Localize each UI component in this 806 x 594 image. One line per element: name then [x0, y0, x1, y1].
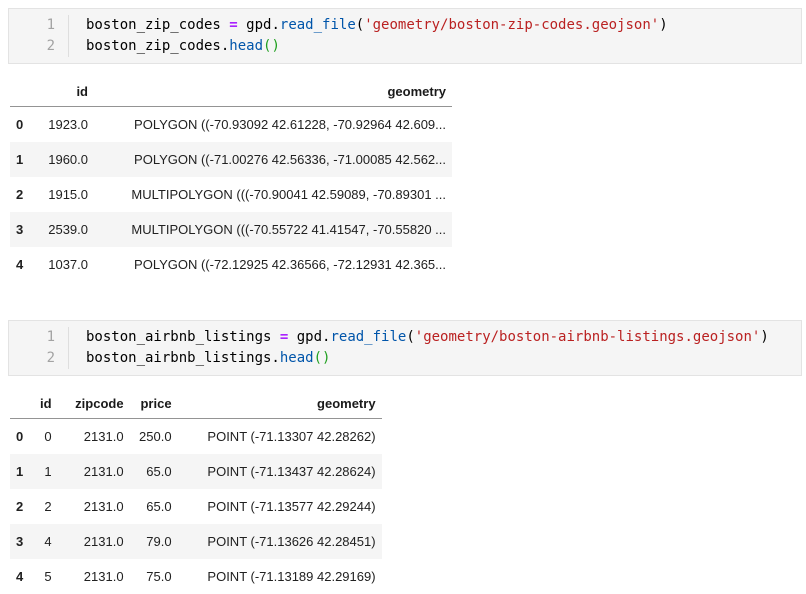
- table-cell: 65.0: [146, 499, 172, 514]
- code-line: boston_airbnb_listings = gpd.read_file('…: [86, 327, 801, 348]
- table-cell: 0: [44, 429, 52, 444]
- code-editor-area[interactable]: boston_airbnb_listings = gpd.read_file('…: [69, 327, 801, 369]
- table-row: 3 4 2131.0 79.0 POINT (-71.13626 42.28451): [10, 524, 382, 559]
- table-row: 1 1960.0 POLYGON ((-71.00276 42.56336, -71…: [10, 142, 452, 177]
- column-header-geometry: geometry: [317, 396, 376, 411]
- code-cell-zip-codes[interactable]: 1 2 boston_zip_codes = gpd.read_file('geom…: [8, 8, 802, 64]
- code-token-str: 'geometry/boston-airbnb-listings.geojson…: [414, 329, 761, 345]
- table-cell: POINT (-71.13189 42.29169): [207, 569, 376, 584]
- table-row: 2 1915.0 MULTIPOLYGON (((-70.90041 42.5908…: [10, 177, 452, 212]
- table-cell: POINT (-71.13577 42.29244): [207, 499, 376, 514]
- code-line: boston_airbnb_listings.head(): [86, 348, 801, 369]
- table-cell: 65.0: [146, 464, 172, 479]
- code-token-op: =: [229, 17, 238, 33]
- table-row: 1 1 2131.0 65.0 POINT (-71.13437 42.28624): [10, 454, 382, 489]
- code-token-plain: boston_airbnb_listings.: [86, 350, 280, 366]
- index-column-header: [10, 77, 34, 107]
- row-index: 0: [16, 117, 24, 132]
- notebook-page: 1 2 boston_zip_codes = gpd.read_file('geom…: [0, 8, 806, 594]
- table-cell: 2131.0: [83, 429, 124, 444]
- code-token-plain: (: [406, 329, 415, 345]
- column-header-id: id: [76, 84, 88, 99]
- table-cell: POLYGON ((-71.00276 42.56336, -71.00085 …: [134, 152, 446, 167]
- table-cell: 2539.0: [48, 222, 88, 237]
- code-cell-airbnb-listings[interactable]: 1 2 boston_airbnb_listings = gpd.read_file…: [8, 320, 802, 376]
- line-number: 1: [46, 329, 55, 345]
- code-token-plain: boston_zip_codes: [86, 17, 230, 33]
- table-cell: 2131.0: [83, 464, 124, 479]
- code-token-str: 'geometry/boston-zip-codes.geojson': [364, 17, 660, 33]
- column-header-geometry: geometry: [387, 84, 446, 99]
- row-index: 0: [16, 429, 24, 444]
- table-cell: 250.0: [139, 429, 172, 444]
- row-index: 4: [16, 257, 24, 272]
- table-row: 2 2 2131.0 65.0 POINT (-71.13577 42.29244): [10, 489, 382, 524]
- table-row: 3 2539.0 MULTIPOLYGON (((-70.55722 41.4154…: [10, 212, 452, 247]
- table-cell: POINT (-71.13437 42.28624): [207, 464, 376, 479]
- line-number: 1: [46, 17, 55, 33]
- row-index: 1: [16, 464, 24, 479]
- zip-codes-dataframe: id geometry 0 1923.0 POLYGON ((-70.93092 42.…: [10, 77, 452, 282]
- table-cell: POINT (-71.13307 42.28262): [207, 429, 376, 444]
- table-header-row: id zipcode price geometry: [10, 389, 382, 419]
- column-header-id: id: [40, 396, 52, 411]
- code-token-plain: boston_airbnb_listings: [86, 329, 280, 345]
- row-index: 4: [16, 569, 24, 584]
- code-editor-area[interactable]: boston_zip_codes = gpd.read_file('geomet…: [69, 15, 801, 57]
- code-token-bracket: (): [263, 38, 280, 54]
- table-cell: 79.0: [146, 534, 172, 549]
- table-cell: 2131.0: [83, 569, 124, 584]
- row-index: 3: [16, 534, 24, 549]
- table-row: 0 1923.0 POLYGON ((-70.93092 42.61228, -70…: [10, 107, 452, 143]
- code-token-plain: gpd.: [237, 17, 280, 33]
- index-column-header: [10, 389, 34, 419]
- table-cell: 2: [44, 499, 52, 514]
- row-index: 1: [16, 152, 24, 167]
- table-cell: 1: [44, 464, 52, 479]
- code-line: boston_zip_codes = gpd.read_file('geomet…: [86, 15, 801, 36]
- table-cell: 1037.0: [48, 257, 88, 272]
- row-index: 2: [16, 187, 24, 202]
- dataframe-output-zip-codes: id geometry 0 1923.0 POLYGON ((-70.93092 42.…: [10, 77, 806, 282]
- column-header-zipcode: zipcode: [75, 396, 124, 411]
- table-cell: POLYGON ((-72.12925 42.36566, -72.12931 …: [134, 257, 446, 272]
- table-cell: 4: [44, 534, 52, 549]
- code-token-plain: (: [355, 17, 365, 33]
- code-token-prop: read_file: [279, 17, 356, 33]
- table-cell: POLYGON ((-70.93092 42.61228, -70.92964 …: [134, 117, 446, 132]
- code-line: boston_zip_codes.head(): [86, 36, 801, 57]
- table-cell: POINT (-71.13626 42.28451): [207, 534, 376, 549]
- line-number: 2: [46, 350, 55, 366]
- code-token-prop: read_file: [330, 329, 407, 345]
- line-number-gutter: 12: [9, 15, 69, 57]
- line-number: 2: [46, 38, 55, 54]
- code-token-prop: head: [279, 350, 314, 366]
- column-header-price: price: [140, 396, 172, 411]
- code-token-plain: boston_zip_codes.: [86, 38, 230, 54]
- table-cell: MULTIPOLYGON (((-70.55722 41.41547, -70.…: [131, 222, 446, 237]
- code-token-plain: ): [659, 17, 668, 33]
- row-index: 2: [16, 499, 24, 514]
- line-number-gutter: 12: [9, 327, 69, 369]
- table-row: 4 1037.0 POLYGON ((-72.12925 42.36566, -72…: [10, 247, 452, 282]
- airbnb-listings-dataframe: id zipcode price geometry 0 0 2131.0 250.0 POINT…: [10, 389, 382, 594]
- table-header-row: id geometry: [10, 77, 452, 107]
- table-cell: 5: [44, 569, 52, 584]
- table-cell: 2131.0: [83, 534, 124, 549]
- table-row: 0 0 2131.0 250.0 POINT (-71.13307 42.28262): [10, 419, 382, 455]
- table-cell: 2131.0: [83, 499, 124, 514]
- row-index: 3: [16, 222, 24, 237]
- table-row: 4 5 2131.0 75.0 POINT (-71.13189 42.29169): [10, 559, 382, 594]
- code-token-prop: head: [229, 38, 264, 54]
- code-token-bracket: (): [313, 350, 331, 366]
- table-cell: 1923.0: [48, 117, 88, 132]
- table-cell: 1915.0: [48, 187, 88, 202]
- code-token-plain: ): [760, 329, 769, 345]
- table-cell: 75.0: [146, 569, 172, 584]
- table-cell: MULTIPOLYGON (((-70.90041 42.59089, -70.…: [131, 187, 446, 202]
- table-cell: 1960.0: [48, 152, 88, 167]
- dataframe-output-airbnb-listings: id zipcode price geometry 0 0 2131.0 250.0 POINT…: [10, 389, 806, 594]
- code-token-plain: gpd.: [288, 329, 331, 345]
